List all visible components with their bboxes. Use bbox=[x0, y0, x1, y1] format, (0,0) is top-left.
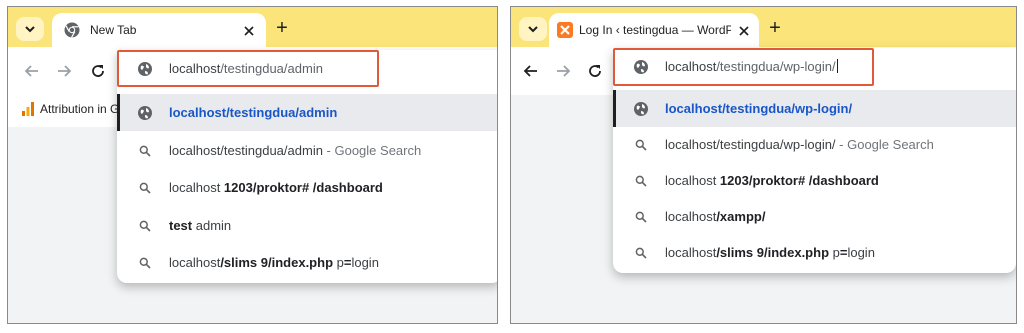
bookmark-label: Attribution in G bbox=[40, 102, 120, 116]
back-button[interactable] bbox=[22, 61, 42, 81]
suggestion-text: localhost/testingdua/admin bbox=[169, 105, 338, 120]
suggestion-item[interactable]: localhost/testingdua/wp-login/ - Google … bbox=[613, 126, 1016, 163]
suggestion-item[interactable]: localhost/testingdua/wp-login/ bbox=[613, 90, 1016, 127]
suggestion-text: localhost 1203/proktor# /dashboard bbox=[169, 180, 383, 195]
suggestion-text: localhost/slims 9/index.php p=login bbox=[665, 245, 875, 260]
plus-icon: + bbox=[276, 17, 288, 39]
chrome-icon bbox=[64, 22, 80, 38]
search-icon bbox=[137, 143, 153, 159]
arrow-right-icon bbox=[56, 63, 72, 79]
search-icon bbox=[633, 137, 649, 153]
globe-icon bbox=[633, 101, 649, 117]
close-icon[interactable] bbox=[242, 24, 256, 38]
back-button[interactable] bbox=[521, 61, 541, 81]
search-icon bbox=[137, 180, 153, 196]
suggestion-text: localhost/slims 9/index.php p=login bbox=[169, 255, 379, 270]
tab-title: New Tab bbox=[90, 23, 137, 37]
chevron-down-icon bbox=[25, 25, 35, 33]
tab-wordpress-login[interactable]: Log In ‹ testingdua — WordPress bbox=[549, 13, 759, 47]
close-icon[interactable] bbox=[737, 24, 751, 38]
chevron-down-icon bbox=[528, 25, 538, 33]
arrow-left-icon bbox=[24, 63, 40, 79]
highlight-box bbox=[117, 50, 379, 87]
search-icon bbox=[633, 245, 649, 261]
suggestion-text: localhost/testingdua/wp-login/ bbox=[665, 101, 853, 116]
suggestion-text: localhost 1203/proktor# /dashboard bbox=[665, 173, 879, 188]
suggestion-text: test admin bbox=[169, 217, 232, 233]
new-tab-button[interactable]: + bbox=[272, 18, 292, 38]
omnibox-dropdown: localhost/testingdua/admin localhost/tes… bbox=[117, 50, 497, 283]
suggestion-item[interactable]: localhost/xampp/ bbox=[613, 198, 1016, 235]
tab-search-button[interactable] bbox=[519, 17, 547, 41]
bookmark-item[interactable]: Attribution in G bbox=[22, 102, 119, 116]
reload-button[interactable] bbox=[88, 61, 108, 81]
tab-strip: New Tab + bbox=[8, 7, 497, 47]
suggestion-text: localhost/testingdua/wp-login/ - Google … bbox=[665, 137, 934, 152]
browser-window-right: Log In ‹ testingdua — WordPress + bbox=[510, 6, 1017, 324]
search-icon bbox=[137, 218, 153, 234]
suggestion-item[interactable]: localhost 1203/proktor# /dashboard bbox=[117, 169, 497, 206]
omnibox-dropdown: localhost/testingdua/wp-login/ localhost… bbox=[613, 48, 1016, 273]
browser-window-left: New Tab + Attribution in G localhost/tes… bbox=[7, 6, 498, 324]
suggestion-item[interactable]: localhost/slims 9/index.php p=login bbox=[117, 244, 497, 281]
new-tab-button[interactable]: + bbox=[765, 18, 785, 38]
suggestion-item[interactable]: test admin bbox=[117, 207, 497, 244]
tab-strip: Log In ‹ testingdua — WordPress + bbox=[511, 7, 1016, 47]
suggestion-item[interactable]: localhost/slims 9/index.php p=login bbox=[613, 234, 1016, 271]
plus-icon: + bbox=[769, 17, 781, 39]
xampp-icon bbox=[557, 22, 573, 38]
reload-icon bbox=[587, 63, 603, 79]
suggestion-text: localhost/xampp/ bbox=[665, 209, 766, 224]
globe-icon bbox=[137, 105, 153, 121]
arrow-right-icon bbox=[555, 63, 571, 79]
tab-search-button[interactable] bbox=[16, 17, 44, 41]
suggestion-text: localhost/testingdua/admin - Google Sear… bbox=[169, 142, 422, 158]
reload-button[interactable] bbox=[585, 61, 605, 81]
forward-button[interactable] bbox=[54, 61, 74, 81]
suggestion-item[interactable]: localhost 1203/proktor# /dashboard bbox=[613, 162, 1016, 199]
analytics-icon bbox=[22, 102, 34, 116]
search-icon bbox=[633, 173, 649, 189]
arrow-left-icon bbox=[523, 63, 539, 79]
forward-button[interactable] bbox=[553, 61, 573, 81]
suggestion-item[interactable]: localhost/testingdua/admin - Google Sear… bbox=[117, 132, 497, 169]
search-icon bbox=[137, 255, 153, 271]
suggestion-item[interactable]: localhost/testingdua/admin bbox=[117, 94, 497, 131]
search-icon bbox=[633, 209, 649, 225]
tab-title: Log In ‹ testingdua — WordPress bbox=[579, 23, 731, 37]
tab-new-tab[interactable]: New Tab bbox=[52, 13, 266, 47]
highlight-box bbox=[613, 48, 874, 86]
reload-icon bbox=[90, 63, 106, 79]
